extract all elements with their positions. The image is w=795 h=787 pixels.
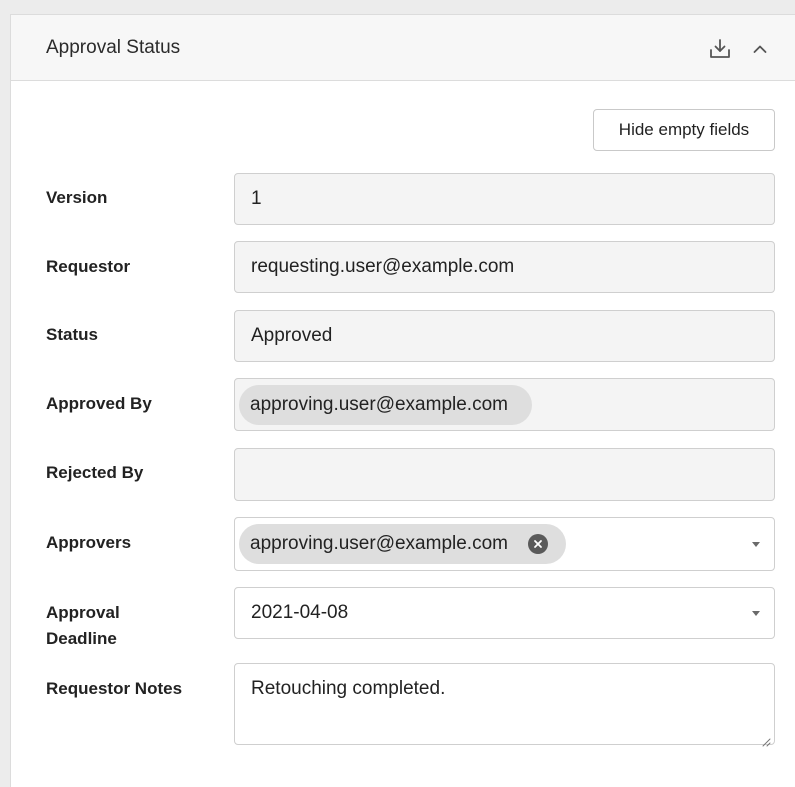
approval-deadline-label: Approval Deadline	[46, 600, 216, 652]
approvers-label: Approvers	[46, 533, 132, 552]
approval-deadline-dropdown-caret-icon[interactable]	[752, 611, 760, 616]
approved-by-chip: approving.user@example.com	[239, 384, 532, 425]
approvers-dropdown-caret-icon[interactable]	[752, 542, 760, 547]
approvers-chip-label: approving.user@example.com	[250, 533, 508, 554]
approved-by-chip-label: approving.user@example.com	[250, 393, 508, 415]
resize-handle-icon[interactable]	[761, 731, 771, 747]
approved-by-field[interactable]: approving.user@example.com	[234, 378, 775, 431]
version-value: 1	[251, 188, 262, 209]
header-actions	[707, 37, 773, 61]
requestor-value: requesting.user@example.com	[251, 256, 515, 277]
approval-deadline-label-line1: Approval	[46, 603, 120, 622]
panel-header: Approval Status	[11, 15, 795, 81]
rejected-by-field[interactable]	[234, 448, 775, 501]
version-field[interactable]: 1	[234, 173, 775, 225]
status-field[interactable]: Approved	[234, 310, 775, 362]
hide-empty-fields-button[interactable]: Hide empty fields	[593, 109, 775, 151]
download-icon[interactable]	[707, 37, 733, 61]
requestor-field[interactable]: requesting.user@example.com	[234, 241, 775, 293]
approvers-select[interactable]: approving.user@example.com	[234, 517, 775, 571]
requestor-label: Requestor	[46, 257, 131, 276]
chevron-up-icon[interactable]	[747, 37, 773, 61]
approval-status-panel: Approval Status Hide empty fields Versio…	[10, 14, 795, 787]
requestor-notes-textarea[interactable]: Retouching completed.	[234, 663, 775, 747]
remove-chip-icon[interactable]	[527, 534, 548, 554]
approval-deadline-value: 2021-04-08	[251, 602, 349, 623]
approved-by-label: Approved By	[46, 394, 152, 413]
requestor-notes-label: Requestor Notes	[46, 679, 183, 698]
requestor-notes-value: Retouching completed.	[251, 678, 446, 699]
approval-deadline-label-line2: Deadline	[46, 629, 117, 648]
version-label: Version	[46, 188, 108, 207]
status-value: Approved	[251, 325, 333, 346]
approval-deadline-field[interactable]: 2021-04-08	[234, 587, 775, 639]
rejected-by-label: Rejected By	[46, 463, 144, 482]
status-label: Status	[46, 325, 98, 344]
approvers-chip: approving.user@example.com	[239, 524, 566, 564]
panel-title: Approval Status	[46, 36, 181, 58]
